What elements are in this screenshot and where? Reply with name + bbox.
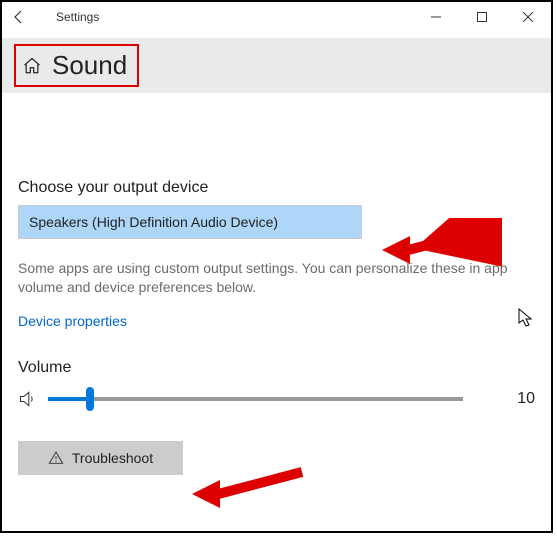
output-device-dropdown[interactable]: Speakers (High Definition Audio Device) — [18, 205, 362, 239]
speaker-icon — [18, 389, 38, 409]
titlebar: Settings — [2, 2, 551, 32]
settings-window: Settings Sound Choose your output device… — [0, 0, 553, 533]
page-title-highlight: Sound — [14, 44, 139, 87]
page-title: Sound — [52, 50, 127, 81]
home-icon — [22, 56, 42, 76]
content-area: Choose your output device Speakers (High… — [2, 93, 551, 475]
minimize-icon — [431, 12, 441, 22]
arrow-left-icon — [11, 9, 27, 25]
troubleshoot-label: Troubleshoot — [72, 450, 153, 466]
app-title: Settings — [56, 10, 99, 24]
maximize-icon — [477, 12, 487, 22]
volume-slider-fill — [48, 397, 90, 401]
troubleshoot-button[interactable]: Troubleshoot — [18, 441, 183, 475]
volume-row: 10 — [18, 389, 535, 409]
output-device-label: Choose your output device — [18, 179, 535, 197]
minimize-button[interactable] — [413, 2, 459, 32]
close-icon — [523, 12, 533, 22]
volume-value: 10 — [495, 390, 535, 408]
back-button[interactable] — [2, 2, 36, 32]
warning-icon — [48, 450, 64, 466]
close-button[interactable] — [505, 2, 551, 32]
volume-slider[interactable] — [48, 397, 463, 401]
output-hint-text: Some apps are using custom output settin… — [18, 259, 528, 297]
volume-slider-thumb[interactable] — [86, 387, 94, 411]
device-properties-link[interactable]: Device properties — [18, 313, 127, 329]
volume-label: Volume — [18, 359, 535, 377]
page-header: Sound — [2, 38, 551, 93]
maximize-button[interactable] — [459, 2, 505, 32]
window-controls — [413, 2, 551, 32]
output-device-selected: Speakers (High Definition Audio Device) — [29, 214, 278, 230]
